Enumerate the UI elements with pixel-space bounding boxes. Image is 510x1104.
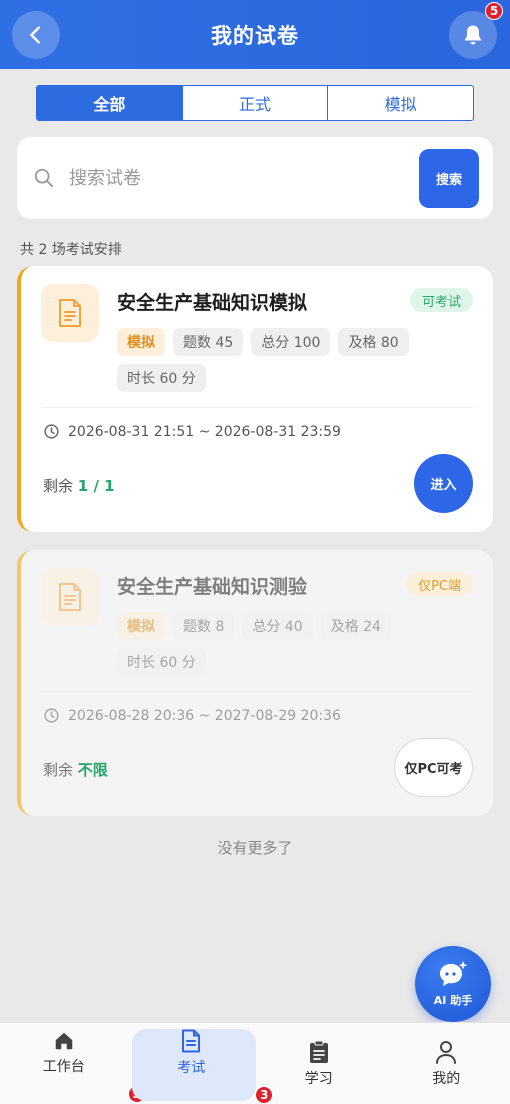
nav-item-profile[interactable]: 我的 xyxy=(383,1023,510,1104)
nav-label: 工作台 xyxy=(42,1059,85,1075)
exam-time-text: 2026-08-28 20:36 ~ 2027-08-29 20:36 xyxy=(68,707,341,724)
notification-button[interactable]: 5 xyxy=(449,2,503,59)
enter-exam-button[interactable]: 进入 xyxy=(414,454,473,513)
search-icon xyxy=(34,168,54,188)
user-icon xyxy=(436,1041,457,1064)
clock-icon xyxy=(44,708,59,723)
exam-title: 安全生产基础知识测验 xyxy=(117,576,308,598)
tab-all[interactable]: 全部 xyxy=(37,86,183,120)
bell-icon xyxy=(465,25,481,45)
divider xyxy=(41,407,473,408)
back-button[interactable] xyxy=(12,11,60,59)
question-count-tag: 题数 45 xyxy=(173,328,244,356)
exam-time: 2026-08-28 20:36 ~ 2027-08-29 20:36 xyxy=(43,707,341,724)
pass-score-tag: 及格 24 xyxy=(320,612,391,640)
clock-icon xyxy=(44,424,59,439)
duration-tag: 时长 60 分 xyxy=(117,648,206,676)
total-score-tag: 总分 100 xyxy=(251,328,331,356)
remaining-attempts: 剩余 1 / 1 xyxy=(43,475,115,496)
tab-formal[interactable]: 正式 xyxy=(183,86,329,120)
question-count-tag: 题数 8 xyxy=(173,612,235,640)
exam-tags: 模拟 题数 45 总分 100 及格 80 时长 60 分 xyxy=(117,328,447,392)
nav-label: 考试 xyxy=(177,1060,206,1076)
status-badge: 可考试 xyxy=(409,288,473,312)
remaining-value: 不限 xyxy=(77,761,108,779)
notification-badge: 5 xyxy=(485,2,503,20)
exam-doc-icon xyxy=(41,284,99,342)
remaining-value: 1 / 1 xyxy=(77,477,115,495)
exam-count: 共 2 场考试安排 xyxy=(20,242,122,258)
exam-card[interactable]: 安全生产基础知识测验 仅PC端 模拟 题数 8 总分 40 及格 24 时长 6… xyxy=(17,550,493,816)
exam-time: 2026-08-31 21:51 ~ 2026-08-31 23:59 xyxy=(43,423,341,440)
duration-tag: 时长 60 分 xyxy=(117,364,206,392)
nav-item-workbench[interactable]: 工作台 3 xyxy=(0,1023,146,1104)
exam-title: 安全生产基础知识模拟 xyxy=(117,292,308,314)
nav-label: 学习 xyxy=(304,1071,333,1087)
search-input[interactable] xyxy=(69,161,409,195)
remaining-label: 剩余 xyxy=(43,761,74,779)
exam-type-tabs: 全部 正式 模拟 xyxy=(36,85,474,121)
exam-tags: 模拟 题数 8 总分 40 及格 24 时长 60 分 xyxy=(117,612,447,676)
nav-item-exam[interactable]: 考试 3 xyxy=(128,1023,274,1104)
exam-time-text: 2026-08-31 21:51 ~ 2026-08-31 23:59 xyxy=(68,423,341,440)
tab-mock[interactable]: 模拟 xyxy=(328,86,473,120)
divider xyxy=(41,691,473,692)
nav-label: 我的 xyxy=(432,1071,461,1087)
document-icon xyxy=(182,1029,201,1053)
end-of-list-text: 没有更多了 xyxy=(217,839,293,857)
status-badge: 仅PC端 xyxy=(406,572,473,596)
ai-assistant-label: AI 助手 xyxy=(433,994,473,1007)
search-bar: 搜索 xyxy=(17,137,493,219)
clipboard-icon xyxy=(309,1040,328,1063)
ai-assistant-button[interactable]: AI 助手 xyxy=(415,946,491,1022)
home-icon xyxy=(55,1032,72,1050)
total-score-tag: 总分 40 xyxy=(242,612,313,640)
remaining-attempts: 剩余 不限 xyxy=(43,759,108,780)
exam-doc-icon xyxy=(41,568,99,626)
app-header: 我的试卷 5 xyxy=(0,0,510,69)
exam-card[interactable]: 安全生产基础知识模拟 可考试 模拟 题数 45 总分 100 及格 80 时长 … xyxy=(17,266,493,532)
remaining-label: 剩余 xyxy=(43,477,74,495)
bottom-nav: 工作台 3 考试 3 学习 我的 xyxy=(0,1022,510,1104)
chevron-left-icon xyxy=(30,26,40,44)
exam-type-tag: 模拟 xyxy=(117,328,165,356)
exam-type-tag: 模拟 xyxy=(117,612,165,640)
ai-chat-sparkle-icon xyxy=(440,961,468,986)
pass-score-tag: 及格 80 xyxy=(338,328,409,356)
search-button[interactable]: 搜索 xyxy=(419,149,479,208)
nav-item-study[interactable]: 学习 xyxy=(255,1023,383,1104)
pc-only-button[interactable]: 仅PC可考 xyxy=(394,738,473,797)
page-title: 我的试卷 xyxy=(211,23,299,48)
